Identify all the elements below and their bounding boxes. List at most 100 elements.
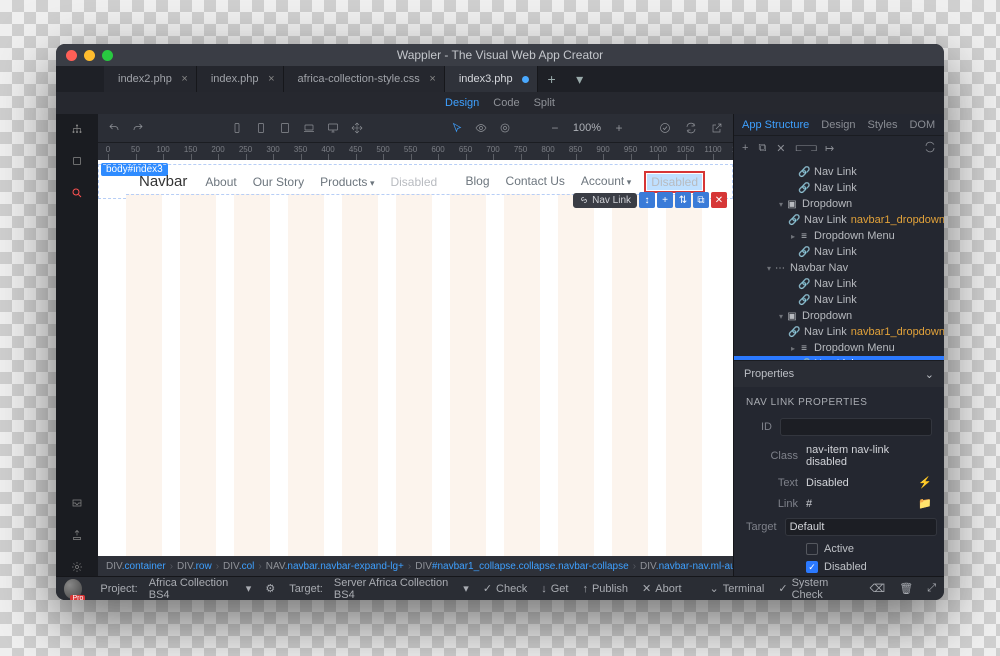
refresh-tree-icon[interactable] bbox=[924, 141, 936, 156]
view-code[interactable]: Code bbox=[493, 97, 519, 109]
tree-node[interactable]: 🔗Nav Link bbox=[734, 276, 944, 292]
nav-link[interactable]: About bbox=[205, 175, 236, 189]
breadcrumb-item[interactable]: DIV.navbar-nav.ml-auto bbox=[640, 561, 733, 572]
nav-link[interactable]: Contact Us bbox=[506, 174, 565, 190]
move-up-icon[interactable]: ↕ bbox=[639, 192, 655, 208]
file-tab[interactable]: index.php× bbox=[197, 66, 284, 92]
nav-link[interactable]: Products bbox=[320, 175, 374, 189]
project-selector[interactable]: Project: Africa Collection BS4 ▾ bbox=[100, 577, 251, 601]
file-tab[interactable]: africa-collection-style.css× bbox=[284, 66, 445, 92]
device-mobile-icon[interactable] bbox=[229, 120, 245, 136]
external-icon[interactable] bbox=[709, 120, 725, 136]
tree-node[interactable]: ▸≡Dropdown Menu bbox=[734, 340, 944, 356]
eye-icon[interactable] bbox=[473, 120, 489, 136]
delete-icon[interactable]: ✕ bbox=[711, 192, 727, 208]
close-tab-icon[interactable]: × bbox=[268, 73, 274, 85]
sync-icon[interactable] bbox=[683, 120, 699, 136]
view-split[interactable]: Split bbox=[534, 97, 555, 109]
move-icon[interactable] bbox=[349, 120, 365, 136]
add-node-icon[interactable]: + bbox=[742, 142, 748, 155]
clear-icon[interactable]: ⌫ bbox=[870, 582, 886, 595]
publish-button[interactable]: ↑ Publish bbox=[582, 583, 628, 595]
trash-icon[interactable]: 🗑 bbox=[899, 582, 913, 595]
tab-overflow-icon[interactable]: ▾ bbox=[566, 71, 594, 88]
class-value[interactable]: nav-item nav-link disabled bbox=[806, 444, 932, 468]
breadcrumb-item[interactable]: DIV.col bbox=[223, 561, 254, 572]
text-value[interactable]: Disabled bbox=[806, 477, 910, 489]
system-check-button[interactable]: ✓ System Check bbox=[778, 577, 855, 601]
tree-node[interactable]: ▾⋯Navbar Nav bbox=[734, 260, 944, 276]
search-icon[interactable] bbox=[68, 184, 86, 202]
panel-tab[interactable]: DOM bbox=[909, 119, 935, 131]
target-selector[interactable]: Target: Server Africa Collection BS4 ▾ bbox=[289, 577, 469, 601]
breadcrumb-item[interactable]: DIV.row bbox=[177, 561, 212, 572]
plus-icon[interactable]: + bbox=[611, 120, 627, 136]
nav-link[interactable]: Disabled bbox=[647, 174, 702, 190]
id-input[interactable] bbox=[780, 418, 932, 436]
tree-node[interactable]: 🔗Nav Link bbox=[734, 180, 944, 196]
tree-node[interactable]: ▸≡Dropdown Menu bbox=[734, 228, 944, 244]
file-tab[interactable]: index2.php× bbox=[104, 66, 197, 92]
breadcrumb-item[interactable]: DIV.container bbox=[106, 561, 166, 572]
check-button[interactable]: ✓ Check bbox=[483, 582, 527, 595]
target-icon[interactable] bbox=[497, 120, 513, 136]
file-tab[interactable]: index3.php bbox=[445, 66, 538, 92]
sitemap-icon[interactable] bbox=[68, 120, 86, 138]
upload-icon[interactable] bbox=[68, 526, 86, 544]
dynamic-icon[interactable]: ⚡ bbox=[918, 476, 932, 489]
breadcrumb-item[interactable]: NAV.navbar.navbar-expand-lg+ bbox=[266, 561, 404, 572]
new-tab-button[interactable]: + bbox=[538, 71, 566, 87]
settings-icon[interactable] bbox=[68, 558, 86, 576]
add-icon[interactable]: + bbox=[657, 192, 673, 208]
tree-node[interactable]: 🔗Nav Linknavbar1_dropdown bbox=[734, 212, 944, 228]
tree-node[interactable]: 🔗Nav Link bbox=[734, 244, 944, 260]
redo-icon[interactable] bbox=[130, 120, 146, 136]
nav-link[interactable]: Disabled bbox=[390, 175, 437, 189]
design-canvas[interactable]: body#index3 Navbar AboutOur StoryProduct… bbox=[98, 160, 733, 556]
view-design[interactable]: Design bbox=[445, 97, 479, 109]
get-button[interactable]: ↓ Get bbox=[541, 583, 568, 595]
undo-icon[interactable] bbox=[106, 120, 122, 136]
device-small-icon[interactable] bbox=[253, 120, 269, 136]
link-value[interactable]: # bbox=[806, 498, 910, 510]
duplicate-icon[interactable]: ⧉ bbox=[693, 192, 709, 208]
user-avatar[interactable]: Pro bbox=[64, 579, 82, 599]
tree-node[interactable]: 🔗Nav Linknavbar1_dropdown bbox=[734, 324, 944, 340]
inbox-icon[interactable] bbox=[68, 494, 86, 512]
device-desktop-icon[interactable] bbox=[325, 120, 341, 136]
target-select[interactable] bbox=[785, 518, 937, 536]
breadcrumb-item[interactable]: DIV#navbar1_collapse.collapse.navbar-col… bbox=[415, 561, 628, 572]
project-settings-icon[interactable]: ⚙ bbox=[265, 582, 275, 595]
panel-tab[interactable]: App Structure bbox=[742, 119, 809, 131]
tree-node[interactable]: ▾▣Dropdown bbox=[734, 308, 944, 324]
app-structure-tree[interactable]: 🔗Nav Link🔗Nav Link▾▣Dropdown🔗Nav Linknav… bbox=[734, 160, 944, 360]
terminal-button[interactable]: ⌄ Terminal bbox=[710, 582, 765, 595]
device-laptop-icon[interactable] bbox=[301, 120, 317, 136]
active-checkbox[interactable]: Active bbox=[734, 540, 944, 558]
nav-link[interactable]: Blog bbox=[466, 174, 490, 190]
panel-tab[interactable]: Design bbox=[821, 119, 855, 131]
nav-link[interactable]: Account bbox=[581, 174, 631, 190]
disabled-checkbox[interactable]: ✓Disabled bbox=[734, 558, 944, 576]
folder-icon[interactable]: 📁 bbox=[918, 497, 932, 510]
remove-icon[interactable]: ✕ bbox=[776, 142, 785, 155]
properties-header[interactable]: Properties ⌄ bbox=[734, 361, 944, 387]
navbar-brand[interactable]: Navbar bbox=[139, 173, 187, 190]
bookmark-icon[interactable]: ⫍⫎ bbox=[796, 142, 815, 155]
close-tab-icon[interactable]: × bbox=[429, 73, 435, 85]
tree-node[interactable]: 🔗Nav Link bbox=[734, 164, 944, 180]
tree-node[interactable]: 🔗Nav Link bbox=[734, 292, 944, 308]
expand-icon[interactable]: ⤢ bbox=[927, 582, 936, 595]
cursor-icon[interactable] bbox=[449, 120, 465, 136]
box-icon[interactable] bbox=[68, 152, 86, 170]
panel-tab[interactable]: Styles bbox=[868, 119, 898, 131]
device-tablet-icon[interactable] bbox=[277, 120, 293, 136]
export-icon[interactable]: ↦ bbox=[825, 142, 834, 155]
abort-button[interactable]: ✕ Abort bbox=[642, 582, 682, 595]
copy-icon[interactable]: ⧉ bbox=[758, 142, 766, 155]
nav-link[interactable]: Our Story bbox=[253, 175, 304, 189]
move-down-icon[interactable]: ⇅ bbox=[675, 192, 691, 208]
check-circle-icon[interactable] bbox=[657, 120, 673, 136]
close-tab-icon[interactable]: × bbox=[181, 73, 187, 85]
minus-icon[interactable]: − bbox=[547, 120, 563, 136]
